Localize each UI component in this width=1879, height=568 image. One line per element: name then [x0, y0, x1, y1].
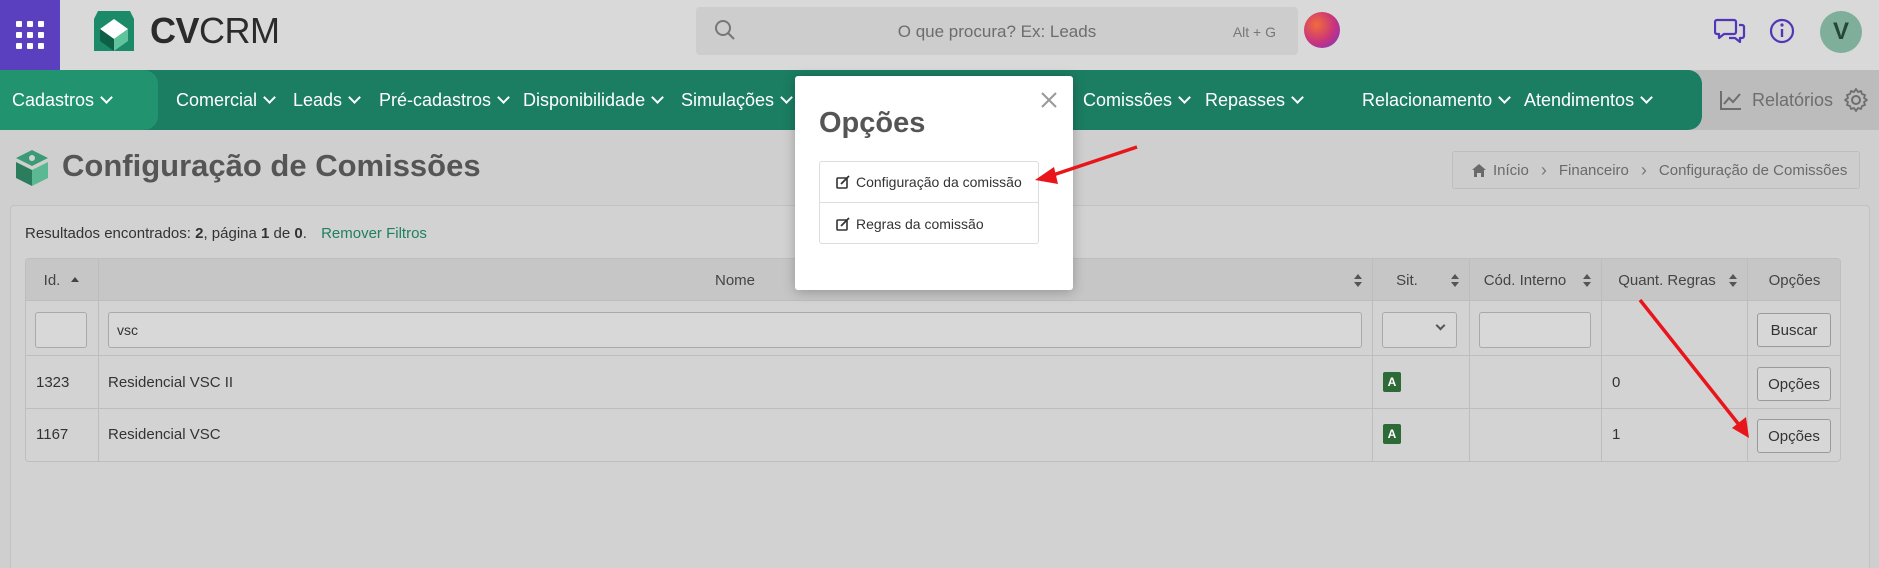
chart-line-icon	[1720, 91, 1741, 110]
modal-options-list: Configuração da comissão Regras da comis…	[819, 161, 1039, 244]
nav-item-label: Leads	[293, 89, 343, 110]
assistant-orb-button[interactable]	[1304, 12, 1340, 48]
option-configuracao-comissao[interactable]: Configuração da comissão	[820, 162, 1038, 203]
breadcrumb-financeiro[interactable]: Financeiro	[1559, 162, 1629, 179]
chevron-down-icon	[1435, 320, 1446, 331]
nav-item-label: Repasses	[1205, 89, 1286, 110]
nav-item-label: Pré-cadastros	[379, 89, 492, 110]
chevron-down-icon	[1178, 91, 1191, 104]
options-modal: Opções Configuração da comissão Regras d…	[795, 76, 1073, 290]
nav-item-label: Cadastros	[12, 89, 95, 110]
nav-item-label: Atendimentos	[1524, 89, 1635, 110]
nav-item-relatorios[interactable]: Relatórios	[1720, 70, 1833, 130]
table-cell-id: 1167	[36, 426, 69, 443]
nav-item-label: Comercial	[176, 89, 258, 110]
chevron-down-icon	[100, 91, 113, 104]
nav-item-label: Relatórios	[1752, 89, 1834, 110]
nav-item-label: Disponibilidade	[523, 89, 646, 110]
chevron-down-icon	[1498, 91, 1511, 104]
remove-filters-link[interactable]: Remover Filtros	[321, 225, 427, 242]
nav-item-comercial[interactable]: Comercial	[176, 70, 276, 130]
nav-item-atendimentos[interactable]: Atendimentos	[1524, 70, 1653, 130]
sort-icon[interactable]	[1353, 274, 1363, 287]
breadcrumb-separator: ›	[1540, 159, 1547, 180]
column-header-opcoes: Opções	[1768, 271, 1821, 289]
sort-icon[interactable]	[1728, 274, 1738, 287]
filter-nome-input[interactable]: vsc	[108, 312, 1362, 348]
nav-item-cadastros[interactable]: Cadastros	[12, 70, 113, 130]
modal-title: Opções	[819, 107, 926, 139]
table-cell-regras: 0	[1612, 374, 1621, 391]
info-icon[interactable]	[1768, 17, 1796, 45]
column-header-quant-regras[interactable]: Quant. Regras	[1601, 259, 1733, 301]
column-header-nome[interactable]: Nome	[98, 259, 1372, 301]
user-avatar[interactable]: V	[1820, 11, 1862, 53]
gear-icon[interactable]	[1843, 87, 1869, 113]
results-summary: Resultados encontrados: 2, página 1 de 0…	[25, 225, 427, 242]
page-title: Configuração de Comissões	[62, 148, 481, 183]
chevron-down-icon	[497, 91, 510, 104]
grid-icon	[16, 21, 44, 49]
search-hotkey: Alt + G	[1232, 24, 1276, 40]
brand-logo[interactable]: CVCRM	[90, 7, 280, 55]
row-options-button[interactable]: Opções	[1757, 367, 1831, 401]
search-placeholder: O que procura? Ex: Leads	[897, 22, 1097, 41]
apps-menu-button[interactable]	[0, 0, 60, 70]
brand-name: CVCRM	[150, 10, 280, 51]
nav-item-simulacoes[interactable]: Simulações	[681, 70, 793, 130]
commission-page-icon	[16, 150, 48, 186]
row-options-button[interactable]: Opções	[1757, 419, 1831, 453]
table-cell-nome: Residencial VSC	[108, 426, 221, 443]
table-cell-regras: 1	[1612, 426, 1621, 443]
breadcrumb-separator: ›	[1640, 159, 1647, 180]
breadcrumb-current: Configuração de Comissões	[1658, 161, 1848, 179]
chevron-down-icon	[263, 91, 276, 104]
nav-item-label: Relacionamento	[1362, 89, 1493, 110]
column-header-sit[interactable]: Sit.	[1372, 259, 1442, 301]
chat-icon[interactable]	[1714, 16, 1746, 46]
option-label: Regras da comissão	[856, 215, 984, 232]
sort-icon[interactable]	[1450, 274, 1460, 287]
status-badge: A	[1383, 372, 1401, 392]
option-label: Configuração da comissão	[856, 174, 1022, 190]
home-icon	[1472, 163, 1486, 177]
sort-icon[interactable]	[1582, 274, 1592, 287]
edit-icon	[836, 175, 850, 189]
edit-icon	[836, 216, 850, 231]
chevron-down-icon	[780, 91, 793, 104]
status-badge: A	[1383, 424, 1401, 444]
nav-item-comissoes[interactable]: Comissões	[1083, 70, 1191, 130]
chevron-down-icon	[348, 91, 361, 104]
global-search-input[interactable]: O que procura? Ex: Leads Alt + G	[696, 7, 1298, 55]
nav-item-label: Simulações	[681, 89, 775, 110]
cvcrm-logo-icon	[94, 11, 134, 51]
chevron-down-icon	[1291, 91, 1304, 104]
chevron-down-icon	[1640, 91, 1653, 104]
column-header-id[interactable]: Id.	[26, 259, 98, 301]
filter-id-input[interactable]	[35, 312, 87, 348]
nav-item-repasses[interactable]: Repasses	[1205, 70, 1304, 130]
close-icon[interactable]	[1039, 90, 1059, 110]
breadcrumb-home[interactable]: Início	[1493, 162, 1529, 179]
breadcrumb: Início › Financeiro › Configuração de Co…	[1452, 151, 1860, 189]
nav-item-label: Comissões	[1083, 89, 1173, 110]
table-cell-id: 1323	[36, 374, 70, 391]
nav-item-leads[interactable]: Leads	[293, 70, 361, 130]
top-bar: CVCRM O que procura? Ex: Leads Alt + G V	[0, 0, 1879, 70]
filter-cod-input[interactable]	[1479, 312, 1591, 348]
filter-sit-select[interactable]	[1382, 312, 1457, 348]
table-cell-nome: Residencial VSC II	[108, 374, 234, 391]
search-button[interactable]: Buscar	[1757, 313, 1831, 347]
nav-item-pre-cadastros[interactable]: Pré-cadastros	[379, 70, 510, 130]
nav-item-relacionamento[interactable]: Relacionamento	[1362, 70, 1511, 130]
chevron-down-icon	[651, 91, 664, 104]
sort-asc-icon	[71, 277, 80, 282]
column-header-cod-interno[interactable]: Cód. Interno	[1469, 259, 1581, 301]
nav-item-disponibilidade[interactable]: Disponibilidade	[523, 70, 664, 130]
option-regras-comissao[interactable]: Regras da comissão	[820, 203, 1038, 244]
